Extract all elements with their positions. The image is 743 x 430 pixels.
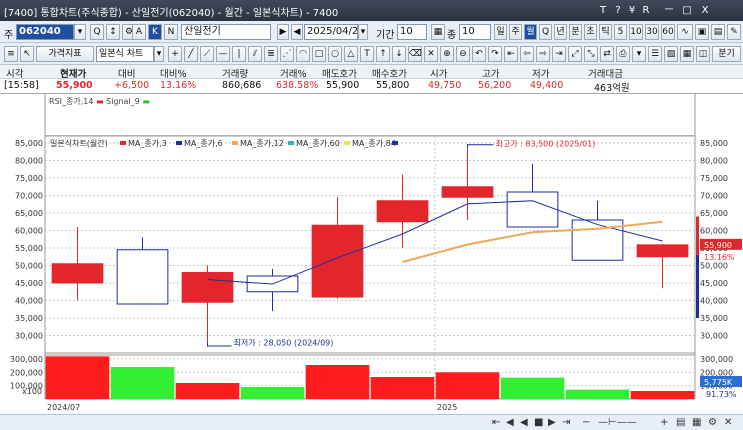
- candle-body: [441, 186, 494, 198]
- volume-percent-tag: 91.73%: [706, 390, 737, 399]
- volume-tick-left: 200,000: [10, 368, 43, 377]
- volume-tag: 5,775K: [704, 378, 733, 387]
- price-chart[interactable]: 30,000 30,000 35,000 35,000 40,000 40,000 45,0…: [0, 0, 743, 414]
- price-tick-left: 85,000: [15, 139, 43, 148]
- volume-tick-right: 200,000: [700, 368, 733, 377]
- legend-swatch: [176, 141, 182, 145]
- volume-tick-left: 300,000: [10, 355, 43, 364]
- legend-swatch: [344, 141, 350, 145]
- x-label: 2025: [437, 403, 457, 412]
- volume-bar: [500, 377, 565, 399]
- price-tick-left: 55,000: [15, 244, 43, 253]
- price-tick-right: 65,000: [700, 209, 728, 218]
- low-annotation: 최저가 : 28,050 (2024/09): [234, 337, 334, 347]
- price-tick-right: 35,000: [700, 314, 728, 323]
- high-annotation: 최고가 : 83,500 (2025/01): [496, 138, 596, 148]
- price-tick-left: 75,000: [15, 174, 43, 183]
- price-tick-right: 75,000: [700, 174, 728, 183]
- candle-body: [636, 244, 689, 258]
- volume-bar: [45, 356, 110, 399]
- price-tick-right: 80,000: [700, 157, 728, 166]
- last-percent-tag: 13.16%: [704, 253, 735, 262]
- price-tick-left: 65,000: [15, 209, 43, 218]
- scroll-last-nav-icon[interactable]: ⇥: [562, 417, 570, 428]
- price-tick-right: 60,000: [700, 227, 728, 236]
- candle-body: [506, 191, 559, 228]
- volume-tick-right: 300,000: [700, 355, 733, 364]
- price-tick-right: 30,000: [700, 332, 728, 341]
- price-legend-title: 일본식차트(월간): [50, 138, 108, 148]
- legend-label: MA_종가,84: [352, 139, 396, 148]
- candle-body: [376, 200, 429, 223]
- price-tick-left: 60,000: [15, 227, 43, 236]
- close-nav-icon[interactable]: ✕: [724, 417, 732, 428]
- price-tick-left: 70,000: [15, 192, 43, 201]
- layout-nav-icon[interactable]: ▤: [676, 417, 685, 428]
- volume-bar: [630, 391, 695, 399]
- volume-bar: [435, 372, 500, 399]
- legend-swatch: [232, 141, 238, 145]
- price-tick-left: 30,000: [15, 332, 43, 341]
- legend-swatch: [392, 141, 398, 145]
- scroll-prev-nav-icon[interactable]: ◀: [520, 417, 528, 428]
- legend-swatch: [288, 141, 294, 145]
- price-tick-left: 80,000: [15, 157, 43, 166]
- scroll-back-nav-icon[interactable]: ◀: [506, 417, 514, 428]
- candle-body: [116, 249, 169, 305]
- last-price-tag: 55,900: [704, 241, 732, 250]
- legend-label: MA_종가,6: [184, 139, 223, 148]
- legend-label: MA_종가,60: [296, 139, 340, 148]
- volume-bar: [240, 387, 305, 399]
- chart-statusbar: ⇤ ◀ ◀ ■ ▶ ⇥ − —⊢—— + ▤ ▦ ⚙ ✕: [0, 414, 743, 430]
- legend-swatch: [120, 141, 126, 145]
- price-tick-right: 50,000: [700, 262, 728, 271]
- volume-bar: [305, 365, 370, 399]
- candle-body: [51, 263, 104, 284]
- price-range-bar-down: [696, 255, 699, 318]
- x-label: 2024/07: [47, 403, 80, 412]
- volume-unit-label: x100: [22, 387, 42, 396]
- price-tick-left: 40,000: [15, 297, 43, 306]
- scroll-first-nav-icon[interactable]: ⇤: [492, 417, 500, 428]
- price-tick-left: 45,000: [15, 279, 43, 288]
- scroll-next-nav-icon[interactable]: ▶: [548, 417, 556, 428]
- volume-bar: [565, 389, 630, 399]
- price-tick-right: 70,000: [700, 192, 728, 201]
- settings-nav-icon[interactable]: ⚙: [708, 417, 717, 428]
- legend-label: MA_종가,3: [128, 139, 167, 148]
- price-tick-right: 85,000: [700, 139, 728, 148]
- zoom-in-nav-icon[interactable]: +: [660, 417, 668, 428]
- candle-body: [311, 224, 364, 298]
- volume-bar: [175, 383, 240, 399]
- price-tick-left: 50,000: [15, 262, 43, 271]
- price-tick-left: 35,000: [15, 314, 43, 323]
- volume-bar: [370, 377, 435, 399]
- stop-nav-icon[interactable]: ■: [534, 417, 543, 428]
- zoom-slider[interactable]: —⊢——: [598, 417, 637, 428]
- candle-body: [181, 272, 234, 303]
- grid-nav-icon[interactable]: ▦: [692, 417, 701, 428]
- zoom-out-nav-icon[interactable]: −: [582, 417, 590, 428]
- volume-bar: [110, 367, 175, 399]
- legend-label: MA_종가,12: [240, 139, 284, 148]
- price-tick-right: 45,000: [700, 279, 728, 288]
- price-tick-right: 40,000: [700, 297, 728, 306]
